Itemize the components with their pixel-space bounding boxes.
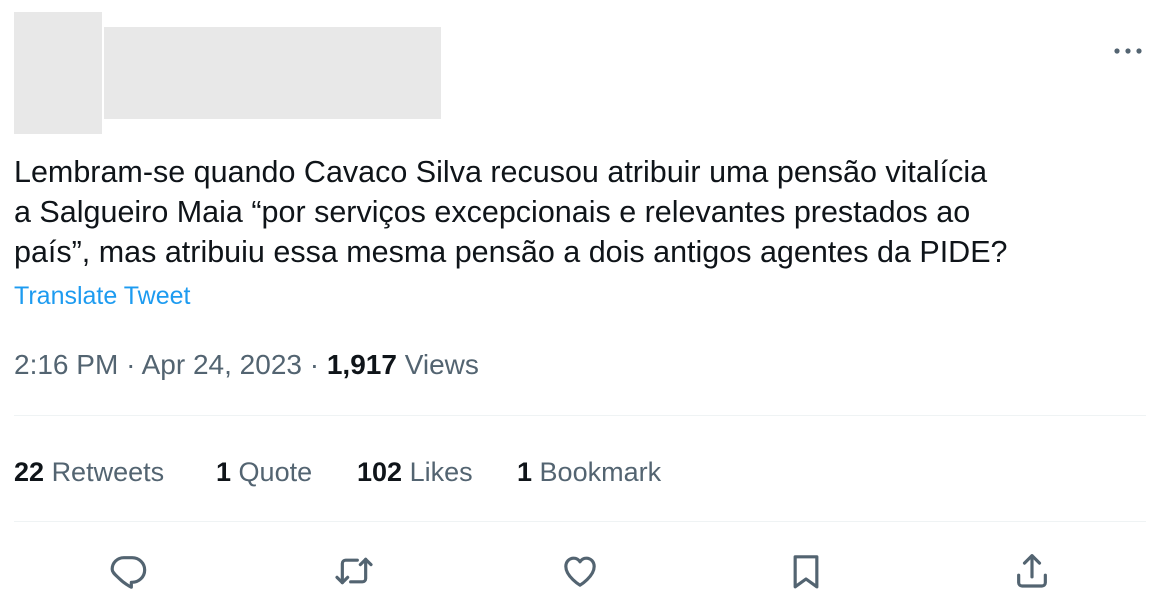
quotes-stat[interactable]: 1 Quote xyxy=(216,453,312,491)
share-icon xyxy=(1012,551,1052,591)
author-name-redacted[interactable] xyxy=(104,27,441,119)
reply-button[interactable] xyxy=(104,547,152,595)
divider xyxy=(14,415,1146,416)
tweet-text: Lembram-se quando Cavaco Silva recusou a… xyxy=(14,155,1008,269)
bookmark-icon xyxy=(786,551,826,591)
bookmark-button[interactable] xyxy=(782,547,830,595)
quotes-count: 1 xyxy=(216,457,232,487)
meta-separator: · xyxy=(126,349,136,380)
retweet-button[interactable] xyxy=(330,547,378,595)
retweets-count: 22 xyxy=(14,457,45,487)
avatar-redacted[interactable] xyxy=(14,12,102,134)
retweet-icon xyxy=(334,551,374,591)
retweets-stat[interactable]: 22 Retweets xyxy=(14,453,164,491)
bookmarks-stat[interactable]: 1 Bookmark xyxy=(517,453,661,491)
meta-separator: · xyxy=(309,349,320,380)
tweet-time[interactable]: 2:16 PM xyxy=(14,349,118,380)
quotes-label: Quote xyxy=(238,457,313,487)
likes-stat[interactable]: 102 Likes xyxy=(357,453,473,491)
tweet-date[interactable]: Apr 24, 2023 xyxy=(142,349,302,380)
more-options-button[interactable] xyxy=(1108,36,1148,66)
retweets-label: Retweets xyxy=(51,457,165,487)
views-count: 1,917 xyxy=(326,349,397,380)
divider xyxy=(14,521,1146,522)
heart-icon xyxy=(560,551,600,591)
likes-count: 102 xyxy=(357,457,403,487)
reply-icon xyxy=(108,551,148,591)
views-label: Views xyxy=(404,349,479,380)
like-button[interactable] xyxy=(556,547,604,595)
translate-tweet-link[interactable]: Translate Tweet xyxy=(14,279,190,313)
bookmarks-label: Bookmark xyxy=(539,457,662,487)
bookmarks-count: 1 xyxy=(517,457,533,487)
share-button[interactable] xyxy=(1008,547,1056,595)
more-horizontal-icon xyxy=(1113,47,1143,55)
likes-label: Likes xyxy=(409,457,473,487)
tweet-meta: 2:16 PM · Apr 24, 2023 · 1,917 Views xyxy=(14,346,479,384)
